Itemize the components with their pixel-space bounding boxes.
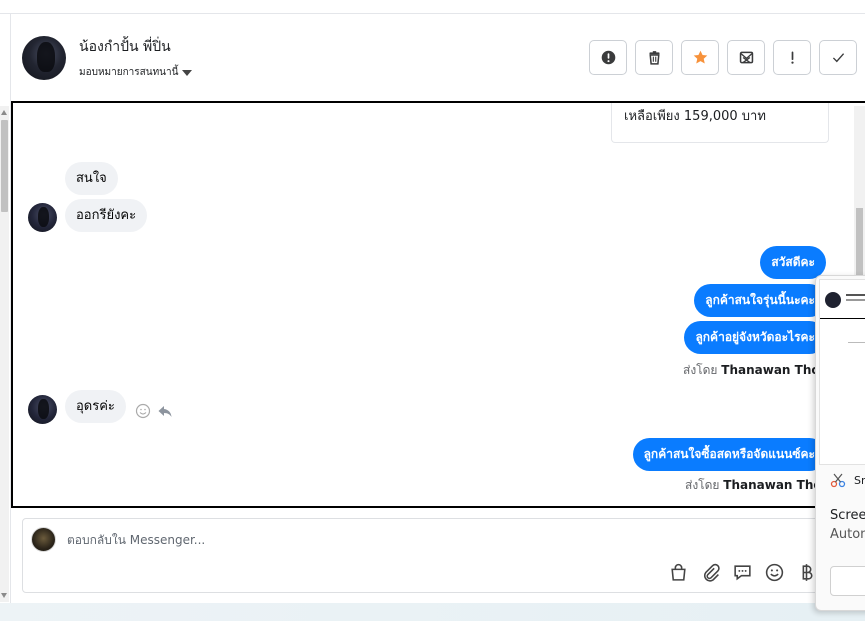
scrollbar-thumb[interactable] — [1, 120, 8, 212]
star-icon — [693, 50, 707, 64]
message-outgoing[interactable]: สวัสดีคะ — [760, 246, 826, 279]
message-outgoing[interactable]: ลูกค้าอยู่จังหวัดอะไรคะ — [684, 321, 826, 354]
star-button[interactable] — [681, 40, 719, 75]
message-outgoing[interactable]: ลูกค้าสนใจซื้อสดหรือจัดแนนซ์คะ — [632, 438, 826, 471]
preview-line — [848, 342, 865, 343]
assign-label: มอบหมายการสนทนานี้ — [79, 67, 179, 78]
preview-avatar — [825, 292, 841, 308]
reply-arrow-icon[interactable] — [157, 403, 173, 419]
check-icon — [832, 53, 844, 63]
preview-line — [846, 299, 865, 301]
page: น้องกำปั้น พี่ปิ่น มอบหมายการสนทนานี้ เห… — [0, 0, 865, 621]
message-incoming[interactable]: อุดรค่ะ — [65, 390, 126, 423]
important-button[interactable] — [773, 40, 811, 75]
quoted-message-text: เหลือเพียง 159,000 บาท — [624, 109, 766, 124]
exclamation-icon — [790, 51, 794, 64]
page-avatar — [31, 527, 56, 552]
envelope-x-icon — [739, 51, 753, 64]
contact-avatar[interactable] — [22, 36, 66, 80]
page-scrollbar[interactable] — [0, 106, 9, 602]
sent-by-prefix: ส่งโดย — [685, 478, 720, 492]
smiley-react-icon[interactable] — [135, 403, 151, 419]
report-spam-button[interactable] — [589, 40, 627, 75]
shopping-bag-icon[interactable] — [668, 562, 689, 583]
sent-by-name: Thanawan Thon — [721, 363, 829, 377]
screenshot-notification[interactable]: Sn Screen Autom — [815, 275, 865, 611]
sent-by-prefix: ส่งโดย — [683, 363, 718, 377]
baht-payment-icon[interactable] — [796, 562, 817, 583]
emoji-icon[interactable] — [764, 562, 785, 583]
composer-tools — [668, 562, 817, 583]
sent-by-label: ส่งโดย Thanawan Thon — [683, 361, 828, 380]
message-incoming[interactable]: สนใจ — [65, 162, 118, 195]
preview-divider — [820, 318, 865, 319]
delete-button[interactable] — [635, 40, 673, 75]
preview-line — [846, 294, 865, 296]
assign-conversation-dropdown[interactable]: มอบหมายการสนทนานี้ — [79, 65, 193, 80]
trash-icon — [648, 51, 660, 65]
done-button[interactable] — [819, 40, 857, 75]
scroll-down-arrow-icon[interactable] — [1, 593, 7, 598]
message-actions — [135, 403, 173, 419]
scroll-up-arrow-icon[interactable] — [1, 110, 7, 115]
thread-scrollbar-thumb[interactable] — [856, 208, 863, 278]
popup-subtitle: Autom — [830, 527, 865, 542]
page-footer-strip — [0, 603, 865, 621]
paperclip-icon[interactable] — [700, 562, 721, 583]
snipping-tool-icon — [830, 473, 846, 488]
contact-name[interactable]: น้องกำปั้น พี่ปิ่น — [79, 36, 171, 58]
contact-avatar-small — [28, 395, 57, 424]
message-outgoing[interactable]: ลูกค้าสนใจรุ่นนี้นะคะ — [694, 284, 826, 317]
message-incoming[interactable]: ออกรียังคะ — [65, 199, 148, 232]
popup-app-row: Sn — [830, 472, 865, 488]
message-thread[interactable]: เหลือเพียง 159,000 บาท สนใจ ออกรียังคะ ส… — [11, 101, 865, 508]
contact-avatar-small — [28, 203, 57, 232]
exclamation-circle-icon — [601, 50, 615, 65]
popup-title: Screen — [830, 508, 865, 523]
popup-app-name: Sn — [854, 473, 865, 487]
caret-down-icon — [182, 69, 193, 76]
reply-composer — [22, 518, 852, 593]
reply-input[interactable] — [67, 533, 667, 547]
popup-action-button[interactable] — [830, 566, 865, 596]
quoted-message-card: เหลือเพียง 159,000 บาท — [611, 103, 829, 143]
screenshot-preview[interactable] — [819, 279, 865, 465]
mark-unread-button[interactable] — [727, 40, 765, 75]
header-actions — [589, 40, 857, 75]
conversation-header: น้องกำปั้น พี่ปิ่น มอบหมายการสนทนานี้ — [11, 14, 865, 102]
saved-reply-icon[interactable] — [732, 562, 753, 583]
sent-by-label: ส่งโดย Thanawan Thon — [685, 476, 830, 495]
